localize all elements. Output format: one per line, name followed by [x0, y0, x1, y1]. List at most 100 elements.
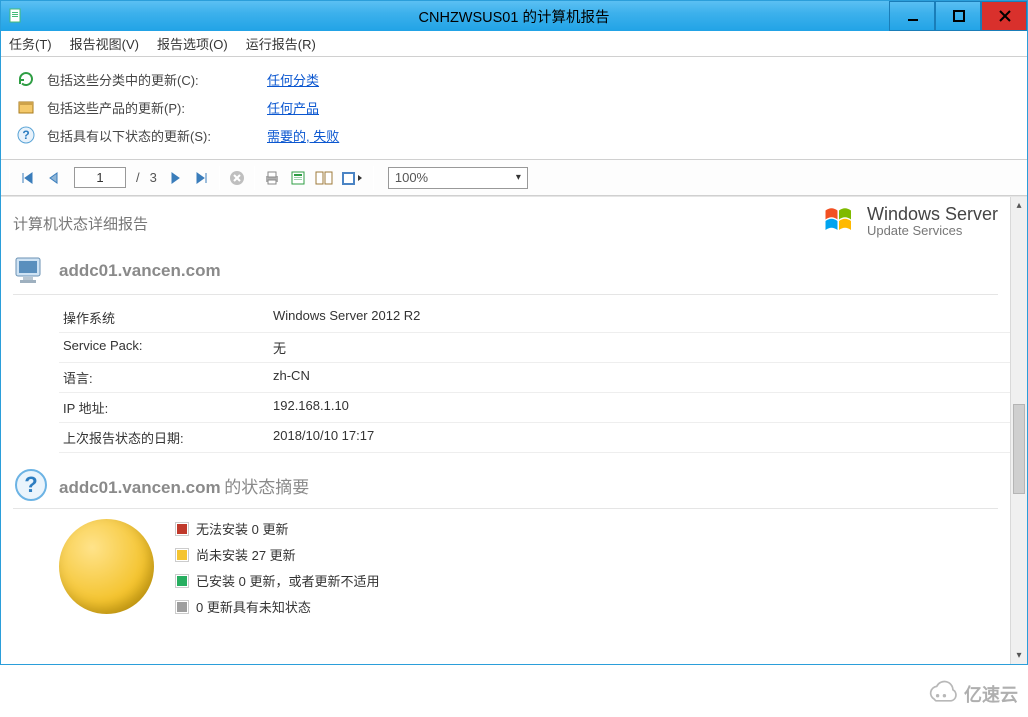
filter-products-row: 包括这些产品的更新(P): 任何产品 [15, 93, 1013, 121]
lang-key: 语言: [63, 368, 273, 387]
sp-value: 无 [273, 338, 286, 357]
filter-classifications-row: 包括这些分类中的更新(C): 任何分类 [15, 65, 1013, 93]
scrollbar-track[interactable] [1011, 214, 1027, 647]
svg-text:?: ? [22, 128, 29, 142]
toolbar-separator [9, 166, 10, 190]
filter-classifications-link[interactable]: 任何分类 [267, 70, 319, 89]
filter-classifications-label: 包括这些分类中的更新(C): [47, 70, 267, 89]
summary-computer-name: addc01.vancen.com [59, 478, 221, 497]
chevron-down-icon: ▾ [516, 172, 521, 183]
swatch-yellow [176, 549, 188, 561]
status-pie-chart [59, 519, 154, 614]
filter-products-label: 包括这些产品的更新(P): [47, 98, 267, 117]
svg-text:?: ? [24, 472, 37, 497]
ip-value: 192.168.1.10 [273, 398, 349, 417]
page-separator: / [136, 170, 140, 185]
toolbar-separator [254, 166, 255, 190]
export-button[interactable] [339, 167, 367, 189]
scroll-up-button[interactable]: ▴ [1011, 197, 1027, 214]
legend-installed-label: 已安装 0 更新，或者更新不适用 [196, 571, 379, 590]
scroll-down-button[interactable]: ▾ [1011, 647, 1027, 664]
vertical-scrollbar[interactable]: ▴ ▾ [1010, 197, 1027, 664]
toolbar-separator [373, 166, 374, 190]
scrollbar-thumb[interactable] [1013, 404, 1025, 494]
computer-name: addc01.vancen.com [59, 261, 221, 281]
app-icon [1, 8, 31, 24]
report-page: 计算机状态详细报告 Windows Server Update Services [1, 197, 1010, 664]
print-layout-button[interactable] [287, 167, 309, 189]
wsus-subtitle: Update Services [867, 223, 998, 238]
filter-panel: 包括这些分类中的更新(C): 任何分类 包括这些产品的更新(P): 任何产品 ?… [1, 57, 1027, 160]
help-icon: ? [13, 467, 49, 503]
status-legend: 无法安装 0 更新 尚未安装 27 更新 已安装 0 更新，或者更新不适用 0 … [176, 519, 379, 616]
lastreport-key: 上次报告状态的日期: [63, 428, 273, 447]
refresh-icon [15, 70, 37, 88]
filter-status-label: 包括具有以下状态的更新(S): [47, 126, 267, 145]
report-window: CNHZWSUS01 的计算机报告 任务(T) 报告视图(V) 报告选项(O) … [0, 0, 1028, 665]
wsus-logo-text: Windows Server Update Services [867, 204, 998, 238]
lang-value: zh-CN [273, 368, 310, 387]
legend-installed: 已安装 0 更新，或者更新不适用 [176, 571, 379, 590]
last-page-button[interactable] [191, 167, 213, 189]
summary-body: 无法安装 0 更新 尚未安装 27 更新 已安装 0 更新，或者更新不适用 0 … [59, 519, 998, 616]
menu-run[interactable]: 运行报告(R) [246, 34, 316, 53]
page-setup-button[interactable] [313, 167, 335, 189]
filter-status-link[interactable]: 需要的, 失败 [267, 126, 339, 145]
legend-failed-label: 无法安装 0 更新 [196, 519, 288, 538]
swatch-gray [176, 601, 188, 613]
os-key: 操作系统 [63, 308, 273, 327]
titlebar: CNHZWSUS01 的计算机报告 [1, 1, 1027, 31]
swatch-red [176, 523, 188, 535]
legend-failed: 无法安装 0 更新 [176, 519, 379, 538]
computer-section-header: addc01.vancen.com [13, 253, 998, 295]
menu-view[interactable]: 报告视图(V) [70, 34, 139, 53]
report-toolbar: / 3 100% ▾ [1, 160, 1027, 196]
summary-section-header: ? addc01.vancen.com 的状态摘要 [13, 467, 998, 509]
ip-key: IP 地址: [63, 398, 273, 417]
table-row: 操作系统Windows Server 2012 R2 [59, 303, 1010, 333]
menu-options[interactable]: 报告选项(O) [157, 34, 228, 53]
filter-products-link[interactable]: 任何产品 [267, 98, 319, 117]
current-page-input[interactable] [74, 167, 126, 188]
first-page-button[interactable] [16, 167, 38, 189]
os-value: Windows Server 2012 R2 [273, 308, 420, 327]
watermark: 亿速云 [924, 677, 1018, 711]
menu-tasks[interactable]: 任务(T) [9, 34, 52, 53]
maximize-button[interactable] [935, 1, 981, 31]
table-row: 上次报告状态的日期:2018/10/10 17:17 [59, 423, 1010, 453]
windows-flag-icon [821, 203, 857, 239]
lastreport-value: 2018/10/10 17:17 [273, 428, 374, 447]
computer-icon [13, 253, 49, 289]
menu-bar: 任务(T) 报告视图(V) 报告选项(O) 运行报告(R) [1, 31, 1027, 57]
toolbar-separator [219, 166, 220, 190]
filter-status-row: ? 包括具有以下状态的更新(S): 需要的, 失败 [15, 121, 1013, 149]
stop-button[interactable] [226, 167, 248, 189]
summary-title: addc01.vancen.com 的状态摘要 [59, 473, 309, 498]
report-header-row: 计算机状态详细报告 Windows Server Update Services [13, 203, 998, 239]
content-area: 计算机状态详细报告 Windows Server Update Services [1, 196, 1027, 664]
legend-pending: 尚未安装 27 更新 [176, 545, 379, 564]
next-page-button[interactable] [165, 167, 187, 189]
close-button[interactable] [981, 1, 1027, 31]
total-pages: 3 [150, 170, 157, 185]
minimize-button[interactable] [889, 1, 935, 31]
legend-unknown-label: 0 更新具有未知状态 [196, 597, 311, 616]
window-controls [889, 1, 1027, 31]
window-title: CNHZWSUS01 的计算机报告 [1, 6, 1027, 27]
zoom-selector[interactable]: 100% ▾ [388, 167, 528, 189]
table-row: 语言:zh-CN [59, 363, 1010, 393]
help-icon: ? [15, 126, 37, 144]
legend-unknown: 0 更新具有未知状态 [176, 597, 379, 616]
wsus-title: Windows Server [867, 204, 998, 225]
zoom-value: 100% [395, 170, 428, 185]
computer-detail-table: 操作系统Windows Server 2012 R2 Service Pack:… [59, 303, 1010, 453]
swatch-green [176, 575, 188, 587]
legend-pending-label: 尚未安装 27 更新 [196, 545, 296, 564]
print-button[interactable] [261, 167, 283, 189]
wsus-logo: Windows Server Update Services [821, 203, 998, 239]
box-icon [15, 98, 37, 116]
watermark-text: 亿速云 [964, 681, 1018, 707]
table-row: Service Pack:无 [59, 333, 1010, 363]
prev-page-button[interactable] [42, 167, 64, 189]
sp-key: Service Pack: [63, 338, 273, 357]
